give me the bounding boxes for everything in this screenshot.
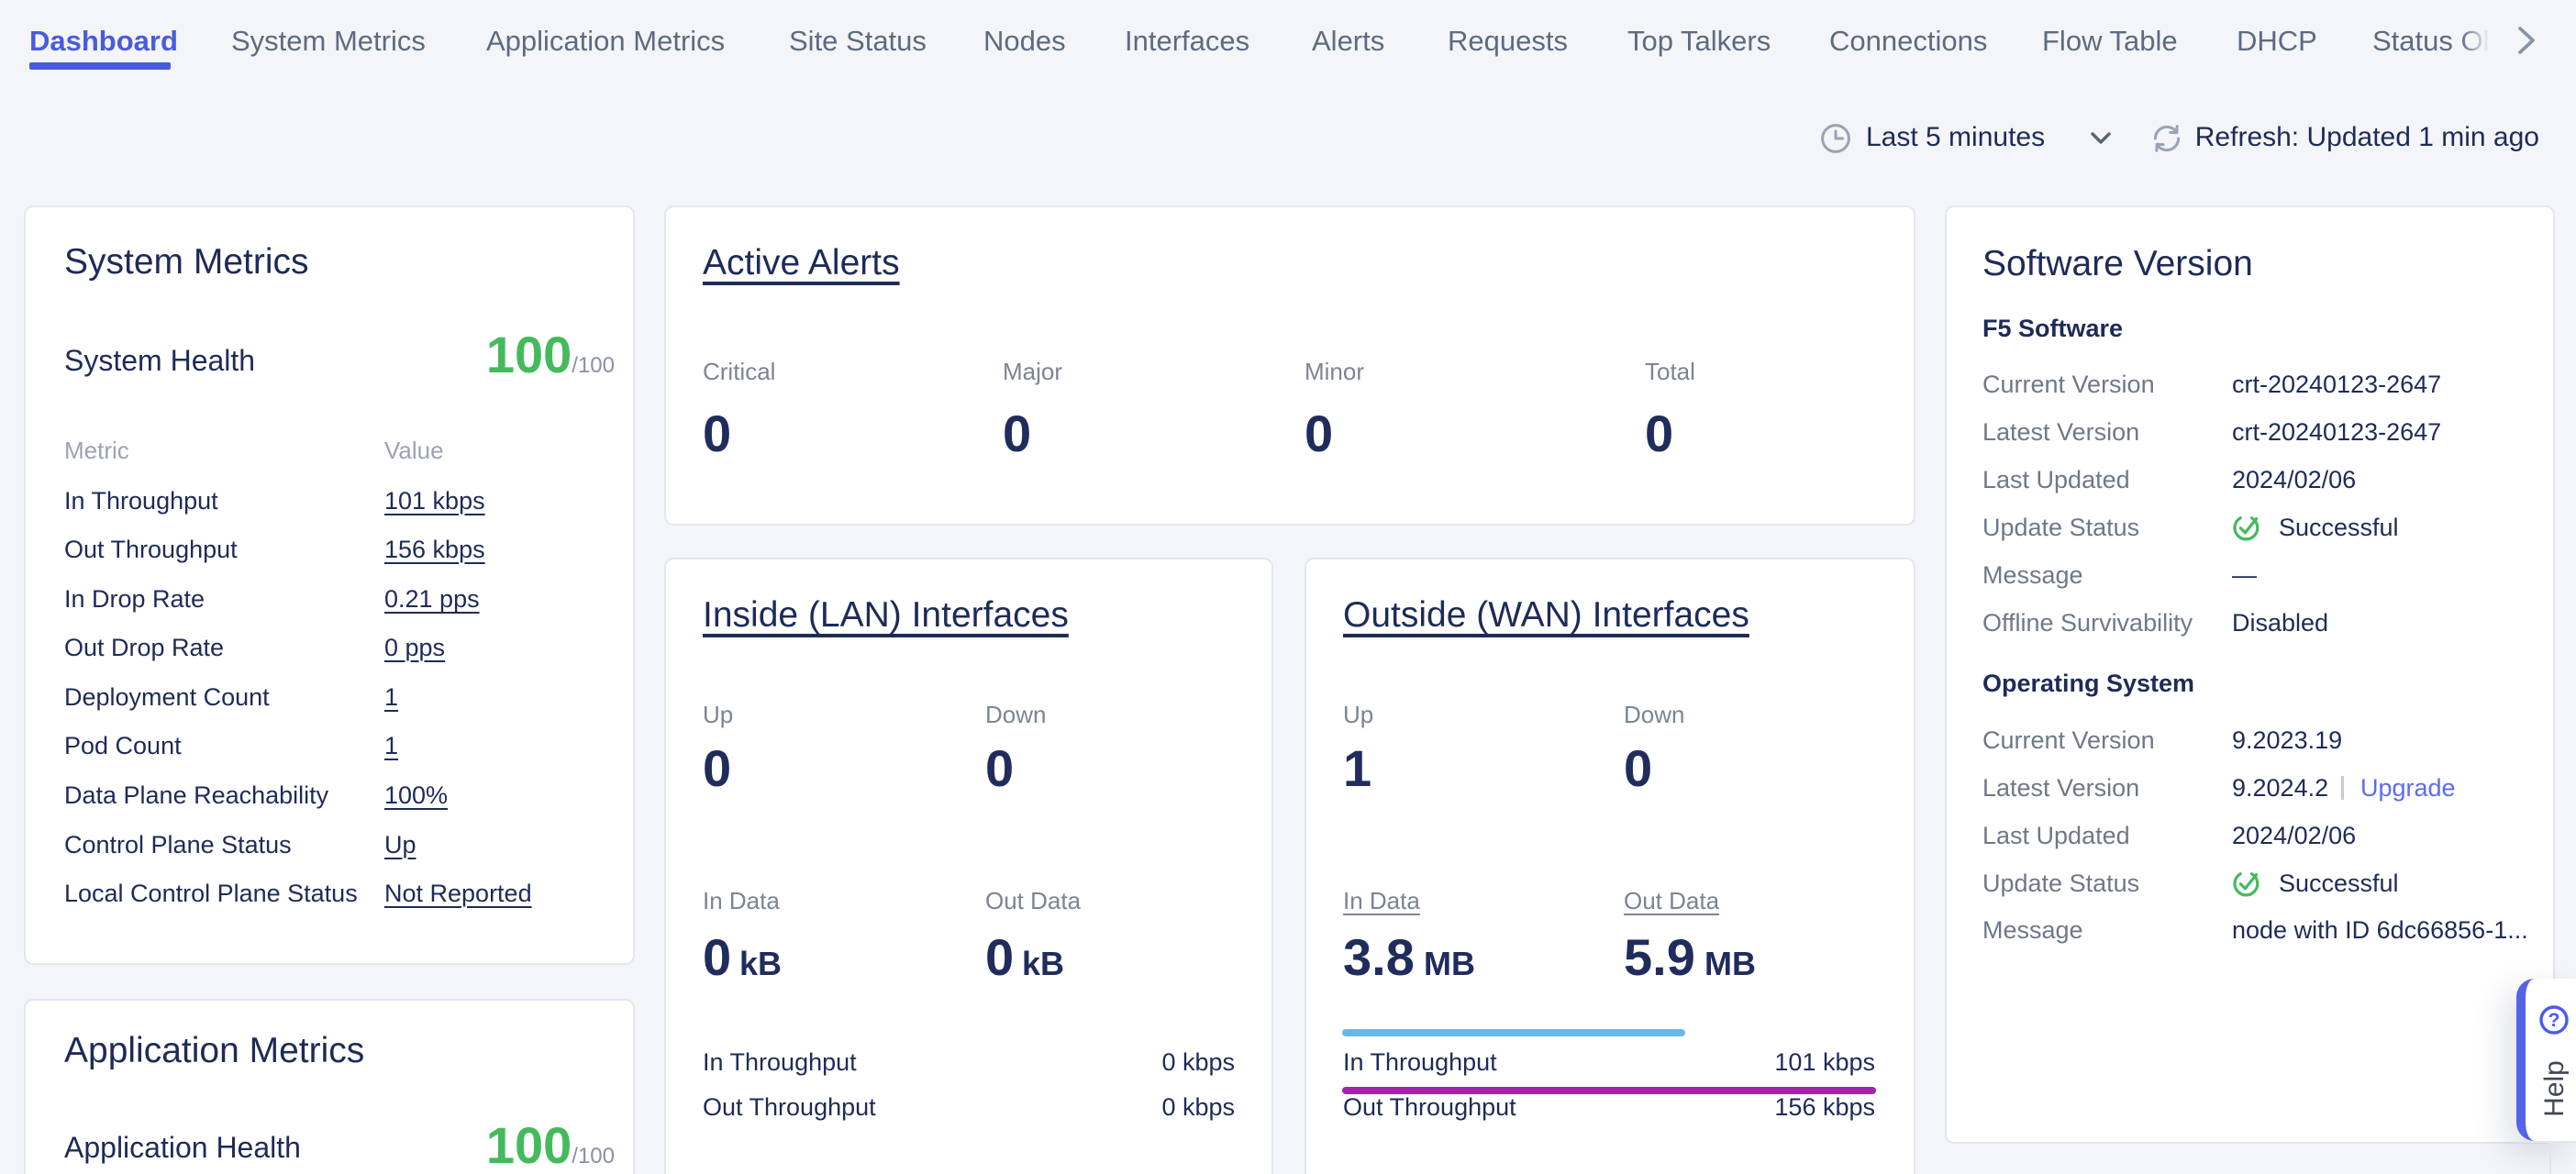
svg-text:?: ? [2548, 1010, 2560, 1031]
